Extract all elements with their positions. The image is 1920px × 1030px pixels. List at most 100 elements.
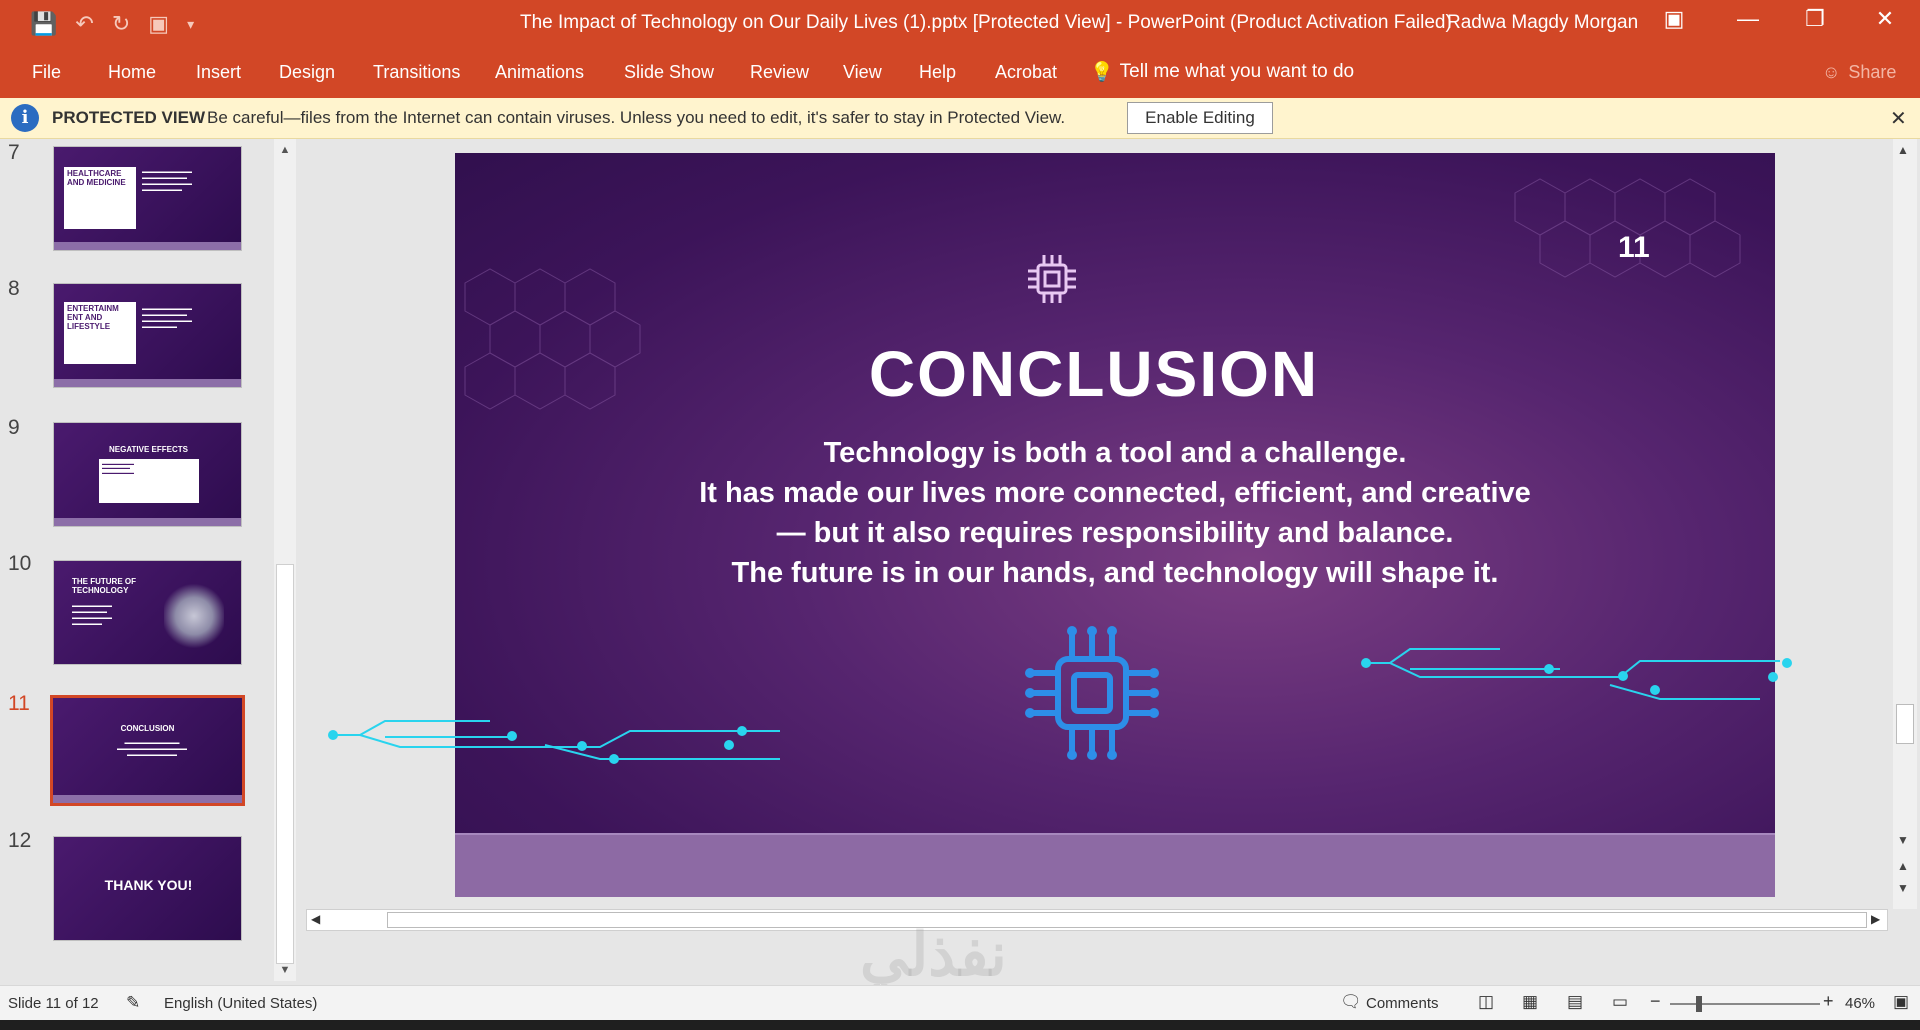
thumbnail-text: ▬▬▬▬▬▬▬▬▬▬ ▬▬▬▬▬▬▬▬▬ ▬▬▬▬▬▬▬▬▬▬ ▬▬▬▬▬▬▬ [142, 306, 192, 330]
thumbnail-text: ▬▬▬▬▬▬▬▬▬▬▬ ▬▬▬▬▬▬▬▬▬▬▬▬▬▬ ▬▬▬▬▬▬▬▬▬▬ [117, 740, 187, 758]
body-line: — but it also requires responsibility an… [776, 517, 1454, 549]
thumbnail-title: HEALTHCARE AND MEDICINE [64, 167, 136, 229]
restore-icon[interactable]: ❐ [1795, 6, 1835, 32]
slide-counter[interactable]: Slide 11 of 12 [8, 995, 99, 1012]
slide-footer-band [455, 833, 1775, 897]
protected-view-bar: i PROTECTED VIEW Be careful—files from t… [0, 98, 1920, 139]
tab-view[interactable]: View [843, 62, 882, 83]
thumbnail-scrollbar[interactable]: ▲ ▼ [274, 139, 296, 981]
horizontal-scrollbar[interactable]: ◀ ▶ [306, 909, 1888, 931]
save-icon[interactable]: 💾 [30, 11, 57, 37]
circuit-chip-icon [1025, 626, 1159, 760]
zoom-in-icon[interactable]: + [1823, 991, 1834, 1012]
slide-editing-area: 11 CONCLUSION Technology is both a tool … [300, 139, 1890, 981]
ribbon-display-icon[interactable]: ▣ [1654, 6, 1694, 32]
protected-view-message: Be careful—files from the Internet can c… [207, 108, 1066, 127]
language-status[interactable]: English (United States) [164, 995, 317, 1012]
tab-insert[interactable]: Insert [196, 62, 241, 83]
slide-title[interactable]: CONCLUSION [455, 337, 1733, 411]
close-icon[interactable]: ✕ [1865, 6, 1905, 32]
present-icon[interactable]: ▣ [148, 11, 169, 37]
thumbnail-number: 11 [8, 692, 30, 715]
thumbnail-title: CONCLUSION [120, 724, 175, 733]
vertical-scrollbar[interactable]: ▲ ▼ ▲ ▼ [1893, 139, 1917, 909]
slide-body-text[interactable]: Technology is both a tool and a challeng… [455, 433, 1775, 593]
tab-acrobat[interactable]: Acrobat [995, 62, 1057, 83]
undo-icon[interactable]: ↶ [75, 11, 93, 37]
slide-thumbnail[interactable]: HEALTHCARE AND MEDICINE ▬▬▬▬▬▬▬▬▬▬ ▬▬▬▬▬▬… [53, 146, 242, 251]
tab-design[interactable]: Design [279, 62, 335, 83]
redo-icon[interactable]: ↻ [112, 11, 130, 37]
slide-thumbnail[interactable]: THANK YOU! [53, 836, 242, 941]
tab-home[interactable]: Home [108, 62, 156, 83]
user-name[interactable]: Radwa Magdy Morgan [1447, 12, 1638, 34]
body-line: It has made our lives more connected, ef… [699, 477, 1531, 509]
normal-view-icon[interactable]: ◫ [1478, 992, 1494, 1012]
info-shield-icon: i [11, 104, 39, 132]
thumbnail-number: 8 [8, 277, 20, 300]
robot-dog-image [164, 581, 224, 651]
tab-help[interactable]: Help [919, 62, 956, 83]
scroll-right-icon[interactable]: ▶ [1871, 912, 1880, 926]
previous-slide-icon[interactable]: ▲ [1897, 859, 1909, 873]
zoom-slider-thumb[interactable] [1696, 996, 1702, 1012]
watermark-logo: نفذلي [860, 921, 1007, 988]
tell-me-search[interactable]: 💡 Tell me what you want to do [1090, 60, 1354, 84]
status-bar: Slide 11 of 12 ✎ English (United States)… [0, 985, 1920, 1020]
tab-file[interactable]: File [32, 62, 61, 83]
minimize-icon[interactable]: — [1728, 6, 1768, 32]
fit-slide-icon[interactable]: ▣ [1893, 992, 1909, 1012]
tab-animations[interactable]: Animations [495, 62, 584, 83]
slide-thumbnail[interactable]: NEGATIVE EFFECTS ▬▬▬▬▬▬▬▬ ▬▬▬▬▬▬▬ ▬▬▬▬▬▬▬▬ [53, 422, 242, 527]
zoom-level[interactable]: 46% [1845, 995, 1875, 1012]
slide-thumbnail-selected[interactable]: CONCLUSION ▬▬▬▬▬▬▬▬▬▬▬ ▬▬▬▬▬▬▬▬▬▬▬▬▬▬ ▬▬▬▬… [50, 695, 245, 806]
share-button[interactable]: ☺ Share [1822, 62, 1896, 83]
thumbnail-number: 7 [8, 141, 20, 164]
thumbnail-number: 9 [8, 416, 20, 439]
thumbnail-title: ENTERTAINM ENT AND LIFESTYLE [64, 302, 136, 364]
tab-review[interactable]: Review [750, 62, 809, 83]
scrollbar-thumb[interactable] [276, 564, 294, 964]
tell-me-label: Tell me what you want to do [1119, 61, 1355, 82]
lightbulb-icon: 💡 [1090, 62, 1114, 83]
notes-icon[interactable]: ✎ [126, 993, 140, 1013]
comments-button[interactable]: Comments [1366, 995, 1439, 1012]
customize-qat-icon[interactable]: ▾ [187, 16, 194, 33]
chip-icon [1028, 255, 1076, 303]
thumbnail-title: THE FUTURE OF TECHNOLOGY [72, 577, 136, 595]
slide-sorter-icon[interactable]: ▦ [1522, 992, 1538, 1012]
zoom-out-icon[interactable]: − [1650, 991, 1661, 1012]
thumbnail-band [53, 795, 242, 803]
slide-thumbnail[interactable]: THE FUTURE OF TECHNOLOGY ▬▬▬▬▬▬▬▬ ▬▬▬▬▬▬▬… [53, 560, 242, 665]
comment-icon[interactable]: 🗨 [1340, 992, 1362, 1012]
slide-thumbnail[interactable]: ENTERTAINM ENT AND LIFESTYLE ▬▬▬▬▬▬▬▬▬▬ ▬… [53, 283, 242, 388]
protected-view-label: PROTECTED VIEW [52, 108, 206, 127]
scroll-down-icon[interactable]: ▼ [1897, 833, 1909, 847]
close-icon[interactable]: ✕ [1890, 106, 1907, 131]
scroll-down-icon[interactable]: ▼ [274, 959, 296, 981]
tab-transitions[interactable]: Transitions [373, 62, 460, 83]
scroll-up-icon[interactable]: ▲ [274, 139, 296, 161]
taskbar-edge [0, 1020, 1920, 1030]
thumbnail-band [54, 379, 241, 387]
thumbnail-title: NEGATIVE EFFECTS [109, 445, 188, 454]
enable-editing-button[interactable]: Enable Editing [1127, 102, 1273, 134]
zoom-slider[interactable] [1670, 1003, 1820, 1005]
thumbnail-text: ▬▬▬▬▬▬▬▬▬▬ ▬▬▬▬▬▬▬▬▬ ▬▬▬▬▬▬▬▬▬▬ ▬▬▬▬▬▬▬▬ [142, 169, 192, 193]
scrollbar-thumb[interactable] [387, 912, 1867, 928]
slideshow-view-icon[interactable]: ▭ [1612, 992, 1628, 1012]
tab-slide-show[interactable]: Slide Show [624, 62, 714, 83]
slide-number: 11 [1618, 231, 1650, 264]
scroll-up-icon[interactable]: ▲ [1897, 143, 1909, 157]
thumbnail-number: 12 [8, 829, 32, 852]
scroll-left-icon[interactable]: ◀ [311, 912, 320, 926]
body-line: Technology is both a tool and a challeng… [823, 437, 1407, 469]
thumbnail-number: 10 [8, 552, 32, 575]
reading-view-icon[interactable]: ▤ [1567, 992, 1583, 1012]
thumbnail-band [54, 518, 241, 526]
thumbnail-title: THANK YOU! [104, 877, 193, 893]
next-slide-icon[interactable]: ▼ [1897, 881, 1909, 895]
quick-access-toolbar: 💾 ↶ ↻ ▣ ▾ [0, 11, 250, 37]
current-slide[interactable]: 11 CONCLUSION Technology is both a tool … [455, 153, 1775, 897]
scrollbar-thumb[interactable] [1896, 704, 1914, 744]
